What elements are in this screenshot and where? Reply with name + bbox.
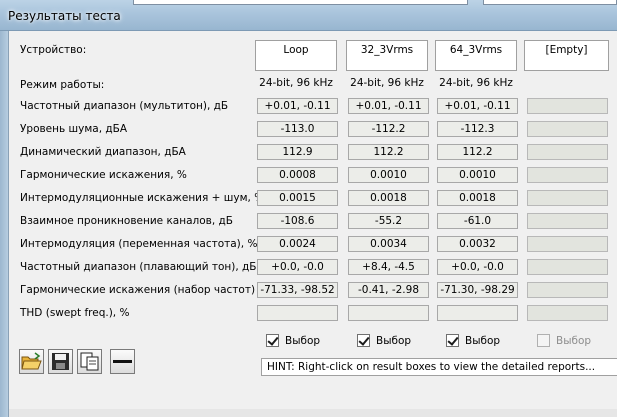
result-cell[interactable] [437,305,518,321]
result-cell[interactable] [527,121,608,137]
results-panel: Устройство: Режим работы: Loop 32_3Vrms … [8,31,617,417]
result-cell[interactable]: 0.0018 [348,190,429,206]
copy-pages-icon [80,352,99,371]
result-cell[interactable] [527,305,608,321]
result-cell[interactable]: -112.2 [348,121,429,137]
background-field-2 [483,0,617,5]
hint-bar: HINT: Right-click on result boxes to vie… [261,358,617,376]
result-cell[interactable] [257,305,338,321]
result-cell[interactable] [527,259,608,275]
select-checkbox-empty: Выбор [537,334,591,348]
result-cell[interactable]: -71.30, -98.29 [437,282,518,298]
checkbox-label: Выбор [556,334,592,347]
remove-button[interactable] [110,349,135,374]
row-label: Интермодуляционные искажения + шум, % [20,192,265,204]
save-button[interactable] [48,349,73,374]
result-cell[interactable]: -61.0 [437,213,518,229]
background-field [133,0,468,5]
result-cell[interactable]: 112.2 [348,144,429,160]
select-checkbox-32-3vrms[interactable]: Выбор [357,334,411,348]
result-cell[interactable]: 0.0034 [348,236,429,252]
window-frame-left [0,31,8,417]
device-label: Устройство: [20,44,87,56]
result-cell[interactable]: +0.0, -0.0 [437,259,518,275]
result-cell[interactable]: +0.01, -0.11 [257,98,338,114]
checkbox-box[interactable] [446,334,459,347]
result-cell[interactable] [348,305,429,321]
minus-icon [113,360,132,363]
result-cell[interactable]: -113.0 [257,121,338,137]
result-cell[interactable]: -112.3 [437,121,518,137]
checkbox-label: Выбор [376,334,412,347]
mode-value-loop: 24-bit, 96 kHz [259,77,333,89]
open-button[interactable] [19,349,44,374]
result-cell[interactable] [527,213,608,229]
result-cell[interactable] [527,98,608,114]
result-cell[interactable]: 0.0032 [437,236,518,252]
result-cell[interactable]: -71.33, -98.52 [257,282,338,298]
result-cell[interactable]: -108.6 [257,213,338,229]
result-cell[interactable]: 0.0024 [257,236,338,252]
row-label: Гармонические искажения (набор частот) [20,284,256,296]
row-label: Интермодуляция (переменная частота), % [20,238,258,250]
mode-value-32-3vrms: 24-bit, 96 kHz [350,77,424,89]
result-cell[interactable]: -0.41, -2.98 [348,282,429,298]
bottom-strip [9,409,617,417]
copy-button[interactable] [77,349,102,374]
result-cell[interactable]: -55.2 [348,213,429,229]
result-cell[interactable] [527,167,608,183]
column-header-32-3vrms[interactable]: 32_3Vrms [346,40,428,71]
result-cell[interactable] [527,236,608,252]
column-header-64-3vrms[interactable]: 64_3Vrms [435,40,517,71]
result-cell[interactable]: +0.01, -0.11 [437,98,518,114]
mode-label: Режим работы: [20,79,105,91]
checkbox-box [537,334,550,347]
result-cell[interactable] [527,144,608,160]
row-label: THD (swept freq.), % [20,307,130,319]
row-label: Уровень шума, дБА [20,123,128,135]
save-disk-icon [52,353,69,370]
column-header-loop[interactable]: Loop [255,40,337,71]
result-cell[interactable]: +8.4, -4.5 [348,259,429,275]
result-cell[interactable]: 112.2 [437,144,518,160]
row-label: Частотный диапазон (мультитон), дБ [20,100,229,112]
result-cell[interactable] [527,190,608,206]
result-cell[interactable]: 0.0010 [348,167,429,183]
mode-value-64-3vrms: 24-bit, 96 kHz [439,77,513,89]
checkbox-box[interactable] [357,334,370,347]
row-label: Частотный диапазон (плавающий тон), дБ [20,261,257,273]
select-checkbox-64-3vrms[interactable]: Выбор [446,334,500,348]
result-cell[interactable]: +0.01, -0.11 [348,98,429,114]
window-title: Результаты теста [8,9,121,23]
result-cell[interactable]: 0.0015 [257,190,338,206]
checkbox-label: Выбор [285,334,321,347]
select-checkbox-loop[interactable]: Выбор [266,334,320,348]
result-cell[interactable]: 112.9 [257,144,338,160]
row-label: Динамический диапазон, дБА [20,146,186,158]
result-cell[interactable]: 0.0008 [257,167,338,183]
open-folder-icon [21,352,42,370]
result-cell[interactable]: 0.0010 [437,167,518,183]
row-label: Гармонические искажения, % [20,169,187,181]
result-cell[interactable]: 0.0018 [437,190,518,206]
result-cell[interactable] [527,282,608,298]
checkbox-box[interactable] [266,334,279,347]
row-label: Взаимное проникновение каналов, дБ [20,215,233,227]
column-header-empty[interactable]: [Empty] [524,40,609,71]
checkbox-label: Выбор [465,334,501,347]
result-cell[interactable]: +0.0, -0.0 [257,259,338,275]
